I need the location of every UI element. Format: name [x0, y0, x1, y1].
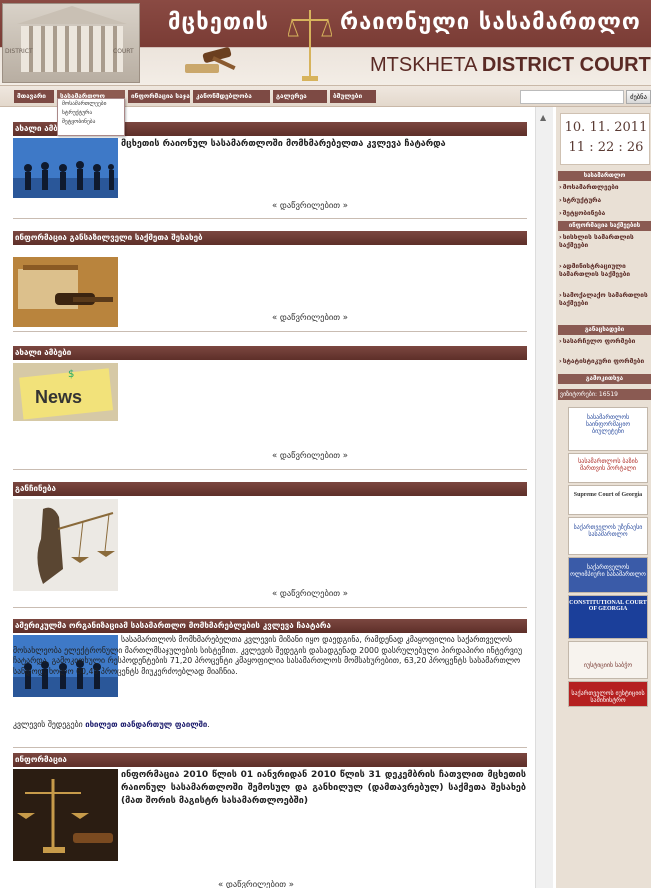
court-building-image: DISTRICT COURT	[2, 3, 140, 83]
sidebar-link-notice[interactable]: შეტყობინება	[559, 209, 651, 217]
lady-justice-image[interactable]	[13, 499, 118, 591]
sidebar-link-stat-forms[interactable]: სტატისტიკური ფორმები	[559, 357, 651, 365]
site-header: DISTRICT COURT მცხეთის რაიონული სასამართ…	[0, 0, 651, 85]
sidebar-head-court: სასამართლო	[558, 171, 651, 181]
sidebar-link-claim-forms[interactable]: სასარჩელო ფორმები	[559, 337, 651, 345]
nav-item-legislation[interactable]: კანონმდებლობა	[193, 90, 270, 103]
section-bar-info: ინფორმაცია	[13, 753, 527, 767]
sidebar-link-administrative[interactable]: ადმინისტრაციული სამართლის საქმეები	[559, 262, 651, 278]
right-sidebar: 10. 11. 2011 11 : 22 : 26 სასამართლო მოს…	[556, 107, 651, 888]
gavel-icon	[185, 47, 236, 73]
banner-olympic[interactable]: საქართველოს ოლიმპიური სასამართლო	[568, 557, 648, 593]
survey-body: სასამართლოს მომხმარებელთა კვლევის მიზანი…	[13, 635, 523, 676]
banner-portal[interactable]: სასამართლოს ბაზის მართვის პორტალი	[568, 453, 648, 483]
news-thumb-label: News	[35, 387, 82, 407]
court-sign-right: COURT	[113, 48, 134, 55]
scales-icon	[288, 10, 332, 81]
section-divider	[13, 331, 527, 332]
survey-body-tail: კვლევის შედეგები იხილეთ თანდართულ ფაილში…	[13, 720, 523, 731]
section-divider	[13, 607, 527, 608]
visitor-counter: ვიზიტორები: 16519	[558, 389, 651, 400]
info-headline[interactable]: ინფორმაცია 2010 წლის 01 იანვრიდან 2010 წ…	[121, 769, 526, 808]
sidebar-link-civil[interactable]: სამოქალაქო სამართლის საქმეები	[559, 291, 651, 307]
news-note-image[interactable]: News $	[13, 363, 118, 421]
nav-item-links[interactable]: ბმულები	[330, 90, 376, 103]
sidebar-head-poll: გამოკითხვა	[558, 374, 651, 384]
nav-item-gallery[interactable]: გალერეა	[273, 90, 327, 103]
site-title-geo-right: რაიონული სასამართლო	[340, 10, 641, 35]
read-more-link[interactable]: « დაწვრილებით »	[272, 313, 348, 323]
site-title-en-bold: DISTRICT COURT	[481, 54, 651, 76]
court-roof	[17, 6, 127, 24]
sidebar-link-structure[interactable]: სტრუქტურა	[559, 196, 651, 204]
current-time: 11 : 22 : 26	[568, 140, 644, 155]
read-more-link[interactable]: « დაწვრილებით »	[272, 201, 348, 211]
news-headline[interactable]: მცხეთის რაიონულ სასამართლოში მომხმარებელ…	[121, 138, 481, 151]
scales-gavel-image[interactable]	[13, 769, 118, 861]
read-more-link[interactable]: « დაწვრილებით »	[272, 589, 348, 599]
banner-bulletin[interactable]: სასამართლოს საინფორმაციო ბიულეტენი	[568, 407, 648, 451]
sidebar-link-criminal[interactable]: სისხლის სამართლის საქმეები	[559, 233, 651, 249]
dollar-icon: $	[68, 369, 74, 380]
vertical-scrollbar[interactable]: ▲	[535, 107, 553, 888]
sidebar-head-applications: განაცხადები	[558, 325, 651, 335]
court-columns	[21, 26, 123, 72]
banner-justice-ministry[interactable]: საქართველოს იუსტიციის სამინისტრო	[568, 681, 648, 707]
court-sign-left: DISTRICT	[5, 48, 33, 55]
sidebar-link-judges[interactable]: მოსამართლეები	[559, 183, 651, 191]
site-title-en-light: MTSKHETA	[370, 54, 482, 76]
section-bar-ruling: განჩინება	[13, 482, 527, 496]
dropdown-item-notice[interactable]: შეტყობინება	[58, 117, 124, 126]
survey-body-text: სასამართლოს მომხმარებელთა კვლევის მიზანი…	[13, 635, 523, 677]
site-title-en: MTSKHETA DISTRICT COURT	[370, 54, 651, 77]
section-bar-survey: ამერიკულმა ორგანიზაციამ სასამართლო მომხმ…	[13, 619, 527, 633]
read-more-link[interactable]: « დაწვრილებით »	[272, 451, 348, 461]
section-divider	[13, 747, 527, 748]
main-content: ახალი ამბები მცხეთის რაიონულ სასამართლოშ…	[0, 107, 535, 888]
survey-people-image[interactable]	[13, 138, 118, 198]
search-button[interactable]: ძებნა	[626, 90, 651, 104]
attached-file-link[interactable]: იხილეთ თანდართულ ფაილში	[85, 720, 207, 729]
banner-supreme-court[interactable]: Supreme Court of Georgia	[568, 485, 648, 515]
books-gavel-image[interactable]	[13, 257, 118, 327]
banner-supreme-court-geo[interactable]: საქართველოს უზენაესი სასამართლო	[568, 517, 648, 555]
current-date: 10. 11. 2011	[564, 120, 648, 135]
banner-justice-council[interactable]: იუსტიციის საბჭო	[568, 641, 648, 679]
search-input[interactable]	[520, 90, 624, 104]
section-divider	[13, 218, 527, 219]
dropdown-item-structure[interactable]: სტრუქტურა	[58, 108, 124, 117]
sidebar-head-public: ინფორმაცია საქმეების	[558, 221, 651, 231]
read-more-link[interactable]: « დაწვრილებით »	[218, 880, 294, 888]
section-bar-cases: ინფორმაცია განსაზილველი საქმეთა შესახებ	[13, 231, 527, 245]
section-bar-news-2: ახალი ამბები	[13, 346, 527, 360]
dropdown-item-judges[interactable]: მოსამართლეები	[58, 99, 124, 108]
nav-item-public-info[interactable]: ინფორმაცია საჯარო	[128, 90, 190, 103]
court-dropdown-menu: მოსამართლეები სტრუქტურა შეტყობინება	[57, 98, 125, 136]
scroll-up-arrow-icon[interactable]: ▲	[540, 113, 546, 122]
banner-constitutional-court[interactable]: CONSTITUTIONAL COURT OF GEORGIA	[568, 595, 648, 639]
survey-tail-prefix: კვლევის შედეგები	[13, 720, 86, 729]
site-title-geo-left: მცხეთის	[168, 10, 270, 35]
date-time-box: 10. 11. 2011 11 : 22 : 26	[560, 113, 650, 165]
nav-item-home[interactable]: მთავარი	[14, 90, 54, 103]
survey-tail-suffix: .	[207, 720, 210, 729]
section-divider	[13, 469, 527, 470]
